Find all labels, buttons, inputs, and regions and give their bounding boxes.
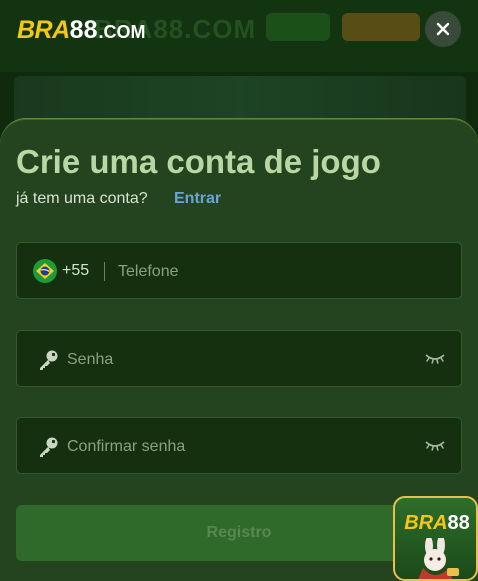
logo-number: 88 — [69, 16, 98, 44]
modal-subtitle: já tem uma conta? — [16, 190, 148, 207]
modal-title: Crie uma conta de jogo — [16, 143, 381, 180]
badge-logo: BRA88 — [398, 512, 476, 535]
background-register-button — [342, 13, 420, 41]
logo-suffix: .COM — [98, 22, 146, 42]
confirm-password-field — [16, 417, 462, 474]
logo-brand: BRA — [17, 16, 70, 44]
badge-number: 88 — [447, 512, 470, 534]
phone-field: +55 — [16, 242, 462, 299]
password-field — [16, 330, 462, 387]
phone-divider — [104, 262, 105, 281]
password-input[interactable] — [67, 349, 407, 371]
key-icon — [40, 437, 58, 457]
app-badge[interactable]: BRA88 — [393, 496, 478, 581]
brand-logo: BRA 88 .COM — [17, 16, 145, 45]
eye-closed-icon[interactable] — [425, 438, 445, 452]
brazil-flag-icon[interactable] — [33, 259, 57, 283]
country-code[interactable]: +55 — [62, 262, 89, 280]
key-icon — [40, 350, 58, 370]
close-icon — [436, 22, 450, 36]
close-button[interactable] — [425, 11, 461, 47]
background-login-button — [266, 13, 330, 41]
rabbit-mascot-icon — [418, 538, 459, 579]
confirm-password-input[interactable] — [67, 436, 407, 458]
badge-brand: BRA — [404, 512, 448, 534]
eye-closed-icon[interactable] — [425, 351, 445, 365]
phone-input[interactable] — [118, 261, 438, 283]
login-link[interactable]: Entrar — [174, 190, 221, 208]
